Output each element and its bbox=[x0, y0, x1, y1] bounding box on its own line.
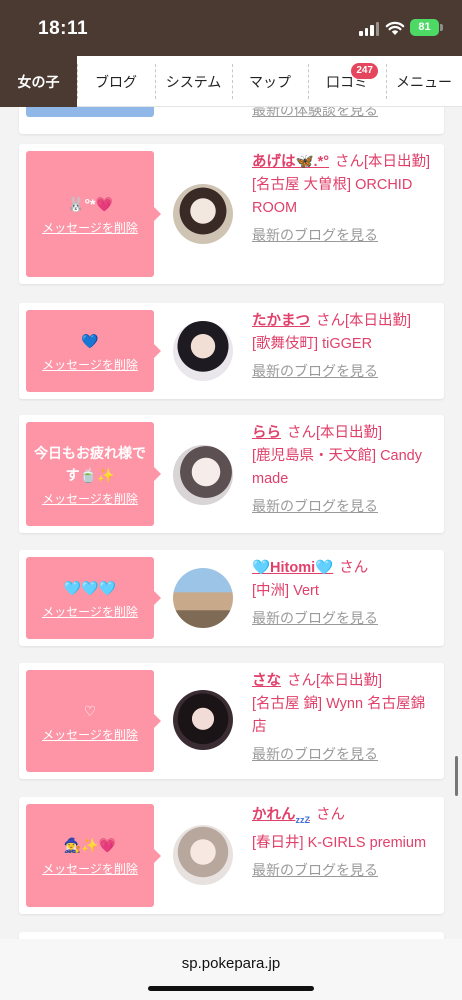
tab-system[interactable]: システム bbox=[155, 56, 232, 107]
message-text: 💙 bbox=[81, 332, 99, 349]
list-item: ♡ メッセージを削除 さな さん[本日出勤] [名古屋 錦] Wynn 名古屋錦店… bbox=[19, 663, 444, 779]
girl-name-link[interactable]: あげは🦋.*° bbox=[252, 154, 329, 170]
tab-map[interactable]: マップ bbox=[232, 56, 308, 107]
message-text: 🐰°*💗 bbox=[67, 195, 113, 212]
list-item bbox=[19, 932, 444, 939]
message-bubble: 🩵🩵🩵 メッセージを削除 bbox=[26, 557, 161, 639]
message-bubble: 💙 メッセージを削除 bbox=[26, 310, 161, 392]
latest-blog-link[interactable]: 最新のブログを見る bbox=[252, 743, 436, 766]
tab-blog[interactable]: ブログ bbox=[77, 56, 155, 107]
shop-location[interactable]: [中洲] Vert bbox=[252, 580, 436, 603]
girl-name-link[interactable]: たかまつ bbox=[252, 313, 310, 329]
shop-location[interactable]: [名古屋 大曽根] ORCHID ROOM bbox=[252, 174, 436, 220]
list-item: 今日もお疲れ様です🍵✨ メッセージを削除 らら さん[本日出勤] [鹿児島県・天文… bbox=[19, 415, 444, 533]
scrollbar[interactable] bbox=[455, 756, 458, 796]
message-bubble: 🧙‍♀️✨💗 メッセージを削除 bbox=[26, 804, 161, 907]
battery-tip bbox=[440, 24, 443, 31]
girl-name-link[interactable]: かれんzzZ bbox=[252, 807, 310, 825]
tab-reviews[interactable]: 口コミ 247 bbox=[308, 56, 386, 107]
list-item: 🐰°*💗 メッセージを削除 あげは🦋.*° さん[本日出勤] [名古屋 大曽根] … bbox=[19, 144, 444, 284]
url-text: sp.pokepara.jp bbox=[181, 955, 281, 972]
latest-blog-link[interactable]: 最新のブログを見る bbox=[252, 495, 436, 518]
tab-girls[interactable]: 女の子 bbox=[0, 56, 77, 107]
top-nav: 女の子 ブログ システム マップ 口コミ 247 メニュー bbox=[0, 56, 462, 107]
battery-icon: 81 bbox=[410, 19, 439, 36]
reviews-count-badge: 247 bbox=[351, 63, 378, 79]
wifi-icon bbox=[385, 21, 405, 35]
message-bubble bbox=[26, 107, 154, 117]
message-text: ♡ bbox=[83, 702, 97, 719]
girl-name-link[interactable]: 🩵Hitomi🩵 bbox=[252, 560, 333, 576]
message-text: 🩵🩵🩵 bbox=[63, 579, 117, 596]
home-indicator[interactable] bbox=[148, 986, 314, 991]
delete-message-link[interactable]: メッセージを削除 bbox=[42, 726, 138, 743]
avatar[interactable] bbox=[173, 321, 233, 381]
signal-icon bbox=[359, 22, 379, 36]
latest-review-link[interactable]: 最新の体験談を見る bbox=[252, 107, 436, 122]
latest-blog-link[interactable]: 最新のブログを見る bbox=[252, 360, 436, 383]
latest-blog-link[interactable]: 最新のブログを見る bbox=[252, 607, 436, 630]
message-bubble: 🐰°*💗 メッセージを削除 bbox=[26, 151, 161, 277]
girl-name-link[interactable]: さな bbox=[252, 673, 281, 689]
work-status: [本日出勤] bbox=[316, 673, 383, 689]
shop-location[interactable]: [鹿児島県・天文館] Candy made bbox=[252, 445, 436, 491]
work-status: [本日出勤] bbox=[316, 425, 383, 441]
delete-message-link[interactable]: メッセージを削除 bbox=[42, 219, 138, 236]
delete-message-link[interactable]: メッセージを削除 bbox=[42, 356, 138, 373]
avatar[interactable] bbox=[173, 825, 233, 885]
delete-message-link[interactable]: メッセージを削除 bbox=[42, 490, 138, 507]
list-item: 💙 メッセージを削除 たかまつ さん[本日出勤] [歌舞伎町] tiGGER 最新… bbox=[19, 303, 444, 399]
message-bubble: ♡ メッセージを削除 bbox=[26, 670, 161, 772]
latest-blog-link[interactable]: 最新のブログを見る bbox=[252, 224, 436, 247]
message-bubble: 今日もお疲れ様です🍵✨ メッセージを削除 bbox=[26, 422, 161, 526]
status-time: 18:11 bbox=[38, 18, 89, 39]
message-text: 🧙‍♀️✨💗 bbox=[63, 837, 117, 853]
shop-location[interactable]: [歌舞伎町] tiGGER bbox=[252, 333, 436, 356]
avatar[interactable] bbox=[173, 445, 233, 505]
list-item: 🩵🩵🩵 メッセージを削除 🩵Hitomi🩵 さん [中洲] Vert 最新のブログ… bbox=[19, 550, 444, 646]
status-bar: 18:11 81 bbox=[0, 0, 462, 56]
work-status: [本日出勤] bbox=[364, 154, 431, 170]
avatar[interactable] bbox=[173, 690, 233, 750]
girl-name-link[interactable]: らら bbox=[252, 425, 281, 441]
delete-message-link[interactable]: メッセージを削除 bbox=[42, 860, 138, 877]
shop-location[interactable]: [名古屋 錦] Wynn 名古屋錦店 bbox=[252, 693, 436, 739]
list-item: 🧙‍♀️✨💗 メッセージを削除 かれんzzZ さん [春日井] K-GIRLS p… bbox=[19, 797, 444, 914]
work-status: [本日出勤] bbox=[345, 313, 412, 329]
avatar[interactable] bbox=[173, 184, 233, 244]
delete-message-link[interactable]: メッセージを削除 bbox=[42, 603, 138, 620]
avatar[interactable] bbox=[173, 568, 233, 628]
favorite-list: 最新の体験談を見る 🐰°*💗 メッセージを削除 あげは🦋.*° さん[本日出勤] … bbox=[0, 107, 462, 939]
tab-menu[interactable]: メニュー bbox=[386, 56, 462, 107]
list-item: 最新の体験談を見る bbox=[19, 107, 444, 134]
shop-location[interactable]: [春日井] K-GIRLS premium bbox=[252, 832, 436, 855]
latest-blog-link[interactable]: 最新のブログを見る bbox=[252, 859, 436, 882]
message-text: 今日もお疲れ様です🍵✨ bbox=[34, 444, 146, 483]
